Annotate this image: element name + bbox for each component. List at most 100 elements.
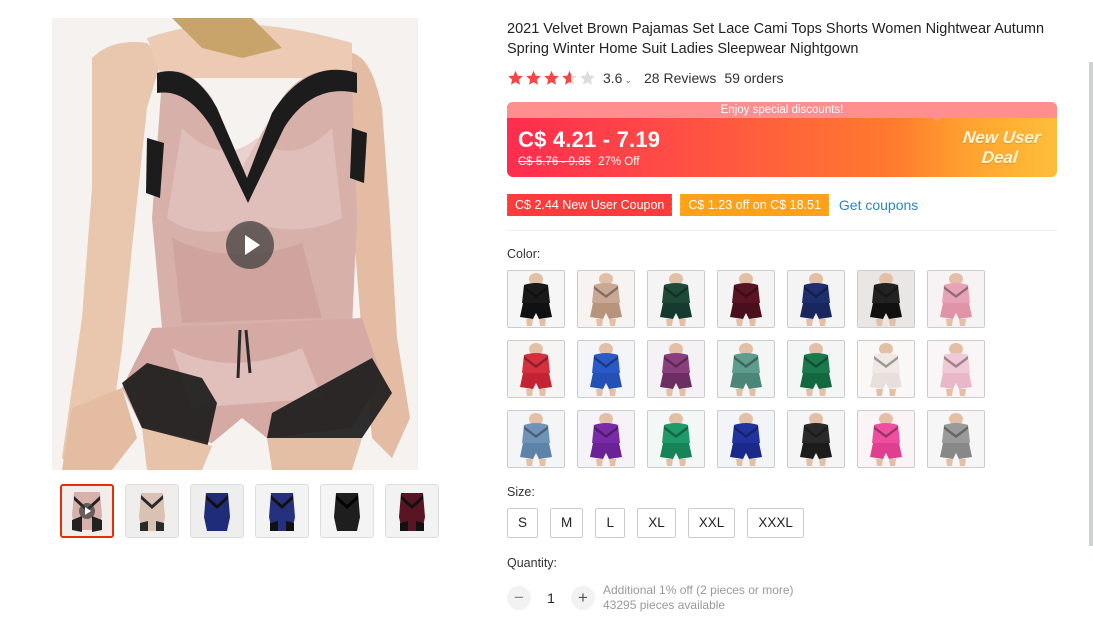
color-swatch-violet[interactable] [577,410,635,468]
deal-line-2: Deal [980,148,1019,167]
swatch-image [800,273,832,326]
star-icon [526,70,541,85]
video-icon [79,503,95,519]
color-swatch-wine[interactable] [717,270,775,328]
divider [507,230,1057,231]
chevron-down-icon: ⌄ [624,75,633,85]
thumbnail-strip [60,484,439,538]
thumbnail-navy[interactable] [190,484,244,538]
quantity-info: Additional 1% off (2 pieces or more) 432… [603,583,794,613]
swatch-image [520,273,552,326]
get-coupons-link[interactable]: Get coupons [839,197,918,213]
color-swatch-red[interactable] [507,340,565,398]
price-banner: Enjoy special discounts! C$ 4.21 - 7.19 … [507,102,1057,177]
decrease-quantity-button[interactable]: − [507,586,531,610]
swatch-image [660,343,692,396]
thumbnail-image [386,485,438,537]
reviews-link[interactable]: 28 Reviews [644,70,716,86]
size-label: Size: [507,485,535,499]
color-swatch-teal-print[interactable] [717,340,775,398]
color-swatch-hot-pink[interactable] [857,410,915,468]
discount-banner-text: Enjoy special discounts! [720,104,844,116]
size-option-xxl[interactable]: XXL [687,508,736,538]
swatch-image [520,343,552,396]
color-swatch-green[interactable] [647,410,705,468]
price-original-row: C$ 5.76 - 9.85 27% Off [518,156,639,168]
discount-banner: Enjoy special discounts! [507,102,1057,121]
swatch-image [590,343,622,396]
star-icon [580,70,595,85]
increase-quantity-button[interactable]: + [571,586,595,610]
color-swatch-black[interactable] [507,270,565,328]
deal-line-1: New User [961,128,1042,147]
color-swatch-navy[interactable] [787,270,845,328]
quantity-input[interactable] [531,590,571,606]
original-price: C$ 5.76 - 9.85 [518,156,591,168]
swatch-image [940,413,972,466]
main-product-image[interactable] [52,18,418,470]
thumbnail-image [126,485,178,537]
scrollbar[interactable] [1089,62,1093,546]
thumbnail-image [321,485,373,537]
color-swatches [507,270,985,468]
rating-value[interactable]: 3.6 ⌄ [603,70,632,86]
color-swatch-black-lace[interactable] [857,270,915,328]
color-swatch-dark-green[interactable] [647,270,705,328]
star-rating [507,70,596,86]
color-swatch-champagne[interactable] [577,270,635,328]
size-option-l[interactable]: L [595,508,626,538]
swatch-image [800,413,832,466]
swatch-image [660,273,692,326]
color-swatch-grey[interactable] [927,410,985,468]
store-coupon[interactable]: C$ 1.23 off on C$ 18.51 [678,194,829,216]
color-swatch-royal-blue[interactable] [577,340,635,398]
orders-count: 59 orders [724,70,784,86]
color-swatch-emerald[interactable] [787,340,845,398]
star-icon [544,70,559,85]
swatch-image [730,343,762,396]
color-label: Color: [507,247,541,261]
quantity-label: Quantity: [507,556,558,570]
color-swatch-purple-print[interactable] [647,340,705,398]
swatch-image [800,343,832,396]
star-icon [508,70,523,85]
price-range: C$ 4.21 - 7.19 [518,127,661,152]
size-options: S M L XL XXL XXXL [507,508,804,538]
thumbnail-wine[interactable] [385,484,439,538]
color-swatch-light-pink[interactable] [927,340,985,398]
deal-badge-text: New User Deal [959,128,1041,168]
coupon-row: C$ 2.44 New User Coupon C$ 1.23 off on C… [504,193,918,217]
rating-value-text: 3.6 [603,70,623,86]
thumbnail-champagne[interactable] [125,484,179,538]
swatch-image [940,343,972,396]
size-option-xxxl[interactable]: XXXL [747,508,804,538]
color-swatch-pink[interactable] [927,270,985,328]
new-user-deal-badge: New User Deal [897,118,1057,177]
thumbnail-video[interactable] [60,484,114,538]
swatch-image [730,413,762,466]
rating-row: 3.6 ⌄ 28 Reviews 59 orders [507,68,784,88]
size-option-s[interactable]: S [507,508,539,538]
color-swatch-deep-blue[interactable] [717,410,775,468]
bulk-discount-note: Additional 1% off (2 pieces or more) [603,583,794,597]
color-swatch-white-print[interactable] [857,340,915,398]
swatch-image [870,343,902,396]
color-swatch-steel-blue[interactable] [507,410,565,468]
stock-available: 43295 pieces available [603,598,726,612]
swatch-image [940,273,972,326]
play-video-button[interactable] [226,221,274,269]
swatch-image [660,413,692,466]
thumbnail-deep-blue[interactable] [255,484,309,538]
swatch-image [870,273,902,326]
star-icon [562,70,577,85]
thumbnail-image [256,485,308,537]
size-option-xl[interactable]: XL [637,508,676,538]
swatch-image [590,273,622,326]
scrollbar-thumb[interactable] [1089,62,1093,546]
swatch-image [520,413,552,466]
swatch-image [870,413,902,466]
new-user-coupon[interactable]: C$ 2.44 New User Coupon [504,194,673,216]
thumbnail-black[interactable] [320,484,374,538]
size-option-m[interactable]: M [550,508,584,538]
color-swatch-charcoal[interactable] [787,410,845,468]
